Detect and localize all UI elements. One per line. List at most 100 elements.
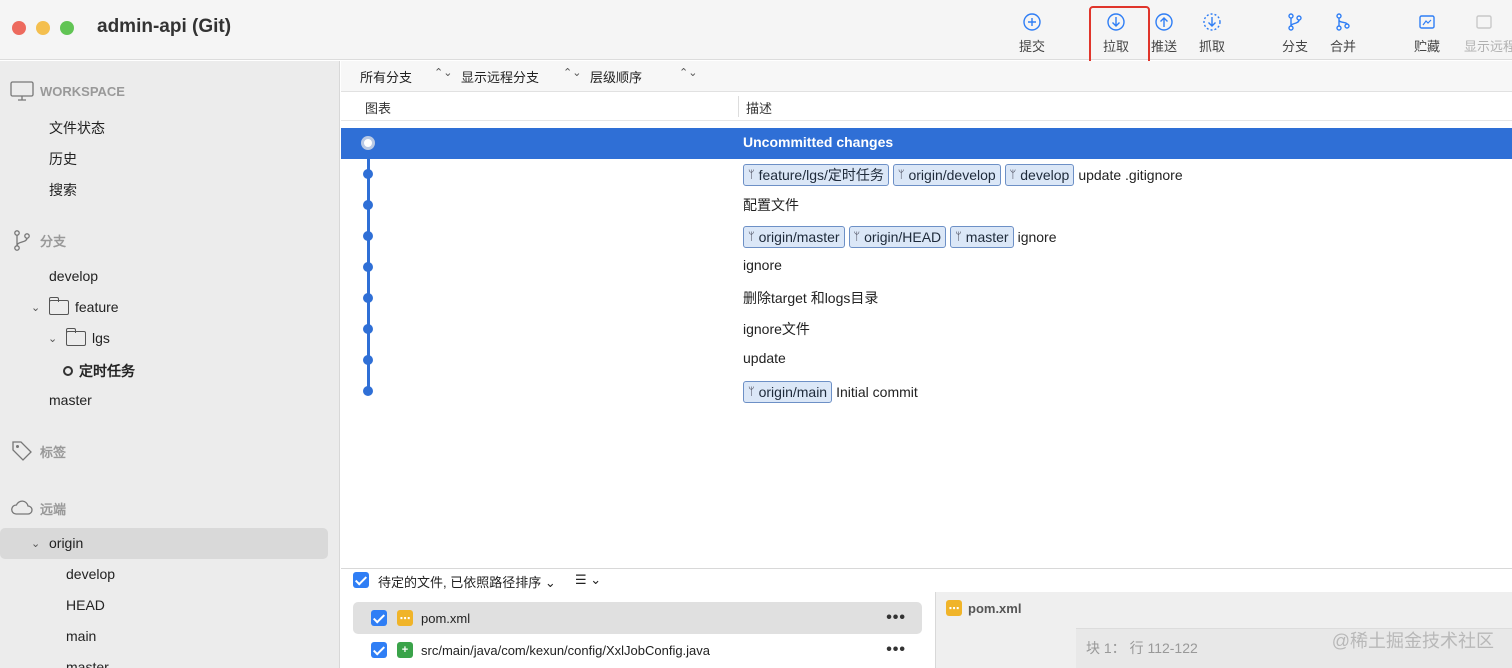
updown-chevron-icon[interactable]: ⌃⌄ xyxy=(434,66,452,79)
branch-tag: ᛘ origin/main xyxy=(743,381,833,403)
commit-row[interactable]: Uncommitted changes xyxy=(341,128,1512,159)
sidebar-item-remote-main[interactable]: main xyxy=(66,628,96,644)
all-branches-select[interactable]: 所有分支 xyxy=(360,67,412,86)
fetch-icon xyxy=(1203,13,1221,31)
commit-row[interactable]: ᛘ origin/main Initial commit xyxy=(341,376,1512,407)
more-options-icon[interactable]: ••• xyxy=(886,641,906,659)
updown-chevron-icon[interactable]: ⌃⌄ xyxy=(563,66,581,79)
merge-button[interactable]: 合并 xyxy=(1318,12,1368,55)
minimize-window-button[interactable] xyxy=(36,21,50,35)
watermark: @稀土掘金技术社区 xyxy=(1331,631,1494,651)
stage-all-checkbox[interactable] xyxy=(353,572,369,588)
tag-icon xyxy=(12,441,32,461)
remotes-section[interactable]: 远端 xyxy=(10,496,66,520)
commit-node xyxy=(363,231,373,241)
branch-tag: ᛘ feature/lgs/定时任务 xyxy=(743,164,889,186)
added-file-icon: + xyxy=(397,642,413,658)
file-checkbox[interactable] xyxy=(371,610,387,626)
sidebar-item-master[interactable]: master xyxy=(49,392,92,408)
commit-row[interactable]: ᛘ feature/lgs/定时任务 ᛘ origin/develop ᛘ devel… xyxy=(341,159,1512,190)
branch-icon: ᛘ xyxy=(748,231,755,243)
branch-icon xyxy=(1288,13,1302,31)
staging-bar: 待定的文件, 已依照路径排序 ⌄ ☰ ⌄ xyxy=(341,568,1512,592)
stash-button[interactable]: 贮藏 xyxy=(1402,12,1452,55)
description-column-header[interactable]: 描述 xyxy=(746,98,772,117)
commit-row[interactable]: 配置文件 xyxy=(341,190,1512,221)
branch-icon: ᛘ xyxy=(897,169,905,181)
updown-chevron-icon[interactable]: ⌃⌄ xyxy=(679,66,697,79)
commit-node xyxy=(363,200,373,210)
sidebar-item-search[interactable]: 搜索 xyxy=(49,180,77,200)
arrow-up-circle-icon xyxy=(1155,13,1173,31)
folder-icon xyxy=(49,296,69,315)
commit-row[interactable]: 删除target 和logs目录 xyxy=(341,283,1512,314)
sidebar-item-lgs-folder[interactable]: ⌄ lgs xyxy=(48,327,110,346)
sidebar-item-feature-folder[interactable]: ⌄ feature xyxy=(31,296,119,315)
column-divider[interactable] xyxy=(738,96,739,117)
remote-icon xyxy=(1476,15,1492,29)
file-checkbox[interactable] xyxy=(371,642,387,658)
chevron-down-icon[interactable]: ⌄ xyxy=(31,537,43,550)
sidebar-item-remote-head[interactable]: HEAD xyxy=(66,597,105,613)
commit-node xyxy=(363,386,373,396)
file-row[interactable]: + src/main/java/com/kexun/config/XxlJobC… xyxy=(353,634,922,666)
branches-section[interactable]: 分支 xyxy=(10,228,66,252)
sidebar-item-file-status[interactable]: 文件状态 xyxy=(49,118,105,138)
tags-section[interactable]: 标签 xyxy=(10,439,66,463)
sidebar-item-remote-master[interactable]: master xyxy=(66,659,109,668)
branch-icon: ᛘ xyxy=(748,386,755,398)
branch-tag: ᛘ develop xyxy=(1004,164,1075,186)
window-title: admin-api (Git) xyxy=(97,16,232,37)
commit-row[interactable]: ᛘ origin/master ᛘ origin/HEAD ᛘ master igno… xyxy=(341,221,1512,252)
show-remote-branches-select[interactable]: 显示远程分支 xyxy=(461,67,539,86)
branch-icon xyxy=(14,230,30,251)
diff-file-header: ⋯ pom.xml xyxy=(946,600,1021,616)
commit-node xyxy=(363,324,373,334)
commit-row[interactable]: ignore文件 xyxy=(341,314,1512,345)
branch-icon: ᛘ xyxy=(748,169,755,181)
close-window-button[interactable] xyxy=(12,21,26,35)
show-remote-button[interactable]: 显示远程 xyxy=(1464,12,1512,55)
sidebar: WORKSPACE 文件状态 历史 搜索 分支 develop ⌄ featur… xyxy=(0,61,340,668)
branch-icon: ᛘ xyxy=(1009,169,1017,181)
sidebar-item-history[interactable]: 历史 xyxy=(49,149,77,169)
sidebar-item-develop[interactable]: develop xyxy=(49,268,98,284)
file-row[interactable]: ⋯ pom.xml ••• xyxy=(353,602,922,634)
workspace-section: WORKSPACE xyxy=(10,79,125,103)
toolbar: admin-api (Git) 提交 拉取 推送 抓取 分支 合并 贮藏 显示远… xyxy=(0,0,1512,77)
stash-icon xyxy=(1419,15,1435,29)
plus-circle-icon xyxy=(1023,13,1041,31)
commit-row[interactable]: update xyxy=(341,345,1512,376)
sidebar-item-current-branch[interactable]: 定时任务 xyxy=(63,361,135,381)
branch-icon: ᛘ xyxy=(853,231,861,243)
chevron-down-icon: ⌄ xyxy=(544,575,556,590)
order-select[interactable]: 层级顺序 xyxy=(590,67,642,86)
chevron-down-icon[interactable]: ⌄ xyxy=(48,332,60,345)
commit-row[interactable]: ignore xyxy=(341,252,1512,283)
filter-bar: 所有分支 ⌃⌄ 显示远程分支 ⌃⌄ 层级顺序 ⌃⌄ xyxy=(341,61,1512,92)
branch-tag: ᛘ origin/HEAD xyxy=(848,226,947,248)
branch-tag: ᛘ master xyxy=(950,226,1014,248)
branch-button[interactable]: 分支 xyxy=(1270,12,1320,55)
commit-node xyxy=(363,169,373,179)
chevron-down-icon[interactable]: ⌄ xyxy=(31,301,43,314)
commit-node xyxy=(363,355,373,365)
more-options-icon[interactable]: ••• xyxy=(886,609,906,627)
graph-column-header[interactable]: 图表 xyxy=(365,98,391,117)
modified-file-icon: ⋯ xyxy=(946,600,962,616)
fetch-button[interactable]: 抓取 xyxy=(1187,12,1237,55)
chevron-down-icon: ⌄ xyxy=(590,572,602,587)
modified-file-icon: ⋯ xyxy=(397,610,413,626)
commit-node xyxy=(363,293,373,303)
commit-table-header: 图表 描述 xyxy=(341,92,1512,121)
uncommitted-node xyxy=(361,136,375,150)
zoom-window-button[interactable] xyxy=(60,21,74,35)
folder-icon xyxy=(66,327,86,346)
sidebar-item-remote-develop[interactable]: develop xyxy=(66,566,115,582)
sidebar-item-origin[interactable]: ⌄ origin xyxy=(31,535,83,551)
view-options-button[interactable]: ☰ ⌄ xyxy=(575,572,601,588)
commit-node xyxy=(363,262,373,272)
sort-dropdown[interactable]: 待定的文件, 已依照路径排序 ⌄ xyxy=(378,572,556,591)
commit-button[interactable]: 提交 xyxy=(1007,12,1057,55)
branch-tag: ᛘ origin/master xyxy=(743,226,845,248)
